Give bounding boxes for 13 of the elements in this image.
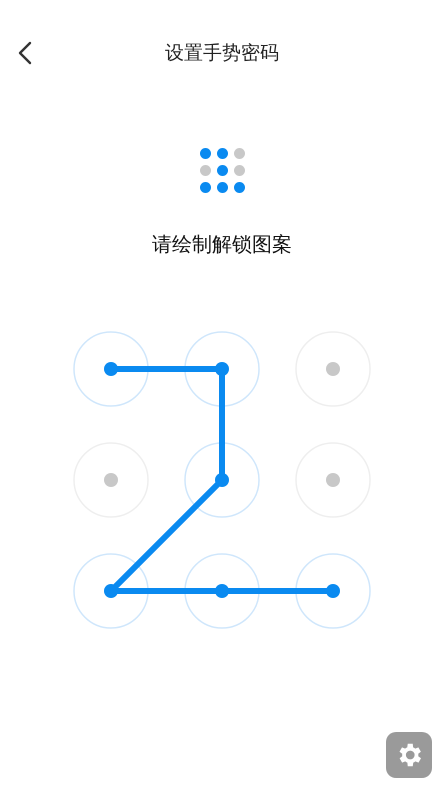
- pattern-node[interactable]: [295, 331, 371, 407]
- pattern-node[interactable]: [73, 331, 149, 407]
- pattern-node[interactable]: [295, 442, 371, 518]
- pattern-node[interactable]: [73, 553, 149, 629]
- pattern-node[interactable]: [184, 442, 260, 518]
- instruction-text: 请绘制解锁图案: [152, 231, 292, 258]
- back-icon[interactable]: [18, 41, 32, 65]
- page-title: 设置手势密码: [165, 41, 279, 66]
- pattern-node[interactable]: [184, 553, 260, 629]
- pattern-node[interactable]: [73, 442, 149, 518]
- settings-button[interactable]: [386, 732, 432, 778]
- pattern-node[interactable]: [295, 553, 371, 629]
- pattern-node[interactable]: [184, 331, 260, 407]
